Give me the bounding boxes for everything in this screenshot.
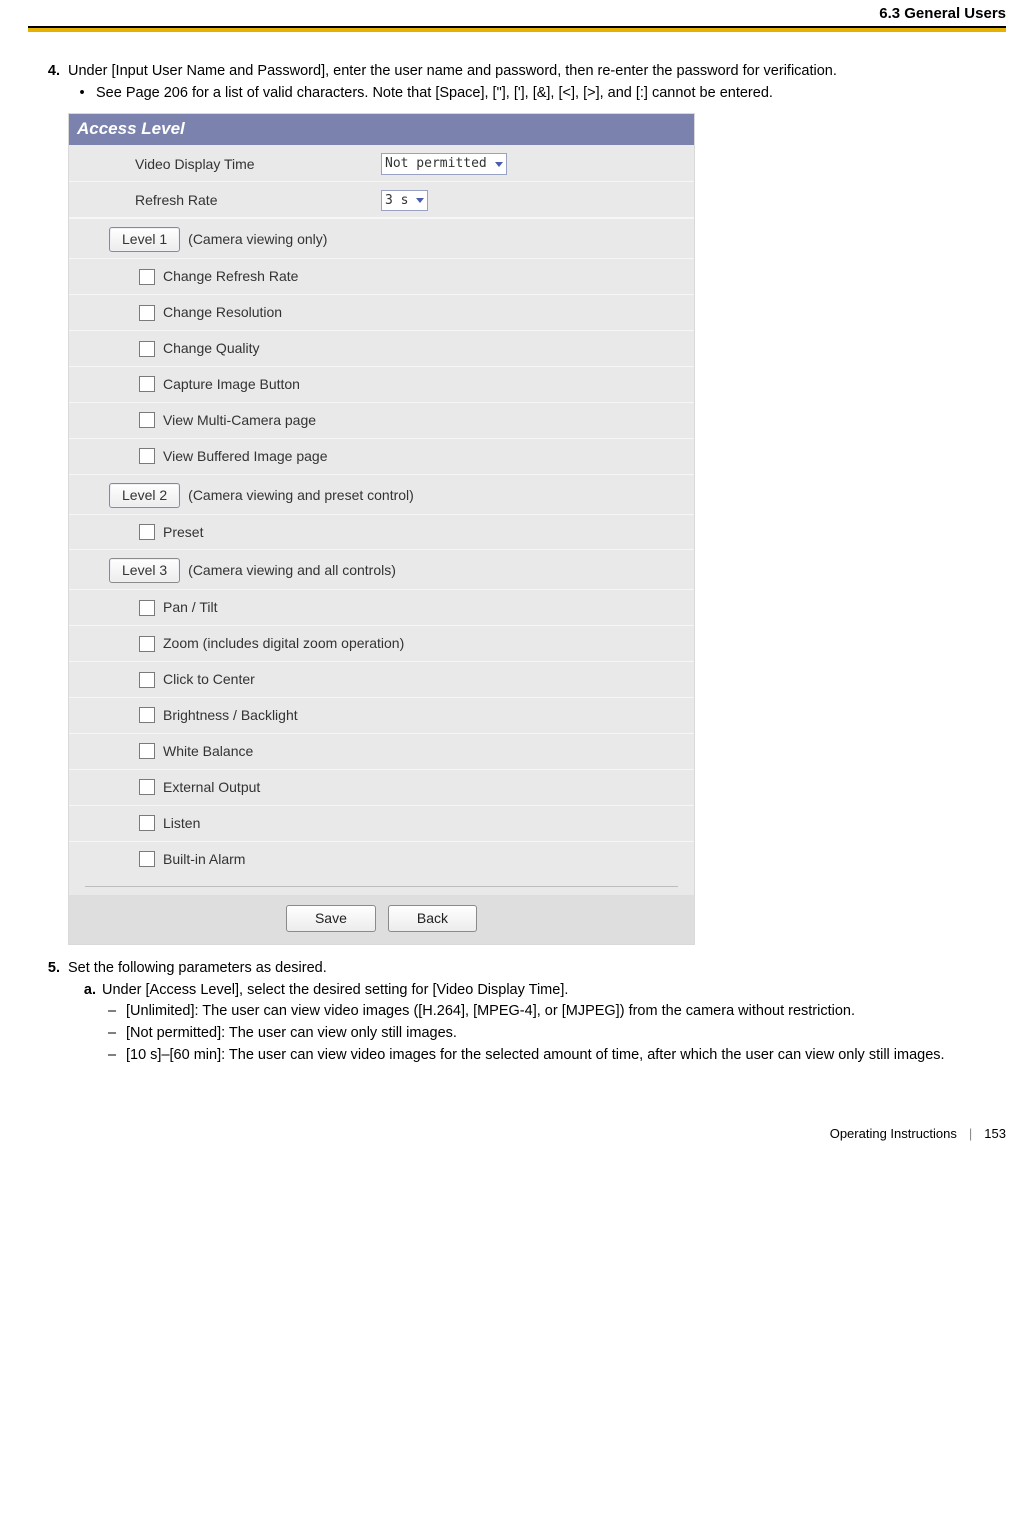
level-2-note: (Camera viewing and preset control) bbox=[188, 486, 414, 505]
checkbox[interactable] bbox=[139, 524, 155, 540]
step-4-bullet: See Page 206 for a list of valid charact… bbox=[96, 84, 773, 104]
dash-item: [10 s]–[60 min]: The user can view video… bbox=[126, 1046, 945, 1066]
substep-letter-a: a. bbox=[68, 981, 102, 1001]
video-display-time-value: Not permitted bbox=[385, 155, 487, 173]
level-3-note: (Camera viewing and all controls) bbox=[188, 561, 396, 580]
check-label: Listen bbox=[163, 814, 200, 833]
check-label: Change Refresh Rate bbox=[163, 267, 298, 286]
check-label: Zoom (includes digital zoom operation) bbox=[163, 634, 404, 653]
checkbox[interactable] bbox=[139, 305, 155, 321]
checkbox[interactable] bbox=[139, 743, 155, 759]
access-level-panel: Access Level Video Display Time Not perm… bbox=[68, 113, 695, 945]
checkbox[interactable] bbox=[139, 600, 155, 616]
step-number-4: 4. bbox=[28, 62, 68, 82]
dash-item: [Unlimited]: The user can view video ima… bbox=[126, 1002, 855, 1022]
substep-a-text: Under [Access Level], select the desired… bbox=[102, 981, 568, 1001]
checkbox[interactable] bbox=[139, 707, 155, 723]
checkbox[interactable] bbox=[139, 815, 155, 831]
level-1-note: (Camera viewing only) bbox=[188, 230, 327, 249]
checkbox[interactable] bbox=[139, 269, 155, 285]
checkbox[interactable] bbox=[139, 341, 155, 357]
checkbox[interactable] bbox=[139, 412, 155, 428]
check-label: Capture Image Button bbox=[163, 375, 300, 394]
check-label: Change Resolution bbox=[163, 303, 282, 322]
dash-mark: – bbox=[98, 1024, 126, 1044]
check-label: Change Quality bbox=[163, 339, 260, 358]
chevron-down-icon bbox=[495, 162, 503, 167]
check-label: View Multi-Camera page bbox=[163, 411, 316, 430]
check-label: Built-in Alarm bbox=[163, 850, 245, 869]
footer-doc-title: Operating Instructions bbox=[830, 1125, 957, 1143]
bullet-mark: • bbox=[68, 84, 96, 104]
check-label: External Output bbox=[163, 778, 260, 797]
level-2-button[interactable]: Level 2 bbox=[109, 483, 180, 508]
level-3-button[interactable]: Level 3 bbox=[109, 558, 180, 583]
checkbox[interactable] bbox=[139, 779, 155, 795]
footer-separator: | bbox=[969, 1125, 972, 1143]
refresh-rate-label: Refresh Rate bbox=[135, 191, 381, 210]
panel-divider bbox=[85, 886, 678, 887]
check-label: View Buffered Image page bbox=[163, 447, 328, 466]
dash-mark: – bbox=[98, 1002, 126, 1022]
save-button[interactable]: Save bbox=[286, 905, 376, 932]
checkbox[interactable] bbox=[139, 376, 155, 392]
check-label: Click to Center bbox=[163, 670, 255, 689]
dash-item: [Not permitted]: The user can view only … bbox=[126, 1024, 457, 1044]
back-button[interactable]: Back bbox=[388, 905, 477, 932]
video-display-time-label: Video Display Time bbox=[135, 155, 381, 174]
level-1-button[interactable]: Level 1 bbox=[109, 227, 180, 252]
divider-gold bbox=[28, 28, 1006, 32]
panel-title: Access Level bbox=[69, 114, 694, 145]
checkbox[interactable] bbox=[139, 448, 155, 464]
refresh-rate-select[interactable]: 3 s bbox=[381, 190, 428, 212]
refresh-rate-value: 3 s bbox=[385, 192, 408, 210]
check-label: White Balance bbox=[163, 742, 253, 761]
check-label: Brightness / Backlight bbox=[163, 706, 298, 725]
footer-page-number: 153 bbox=[984, 1125, 1006, 1143]
check-label: Preset bbox=[163, 523, 203, 542]
step-4-text: Under [Input User Name and Password], en… bbox=[68, 62, 1006, 82]
check-label: Pan / Tilt bbox=[163, 598, 217, 617]
checkbox[interactable] bbox=[139, 636, 155, 652]
checkbox[interactable] bbox=[139, 851, 155, 867]
video-display-time-select[interactable]: Not permitted bbox=[381, 153, 507, 175]
section-header: 6.3 General Users bbox=[28, 0, 1006, 26]
dash-mark: – bbox=[98, 1046, 126, 1066]
chevron-down-icon bbox=[416, 198, 424, 203]
checkbox[interactable] bbox=[139, 672, 155, 688]
step-number-5: 5. bbox=[28, 959, 68, 979]
step-5-text: Set the following parameters as desired. bbox=[68, 959, 1006, 979]
